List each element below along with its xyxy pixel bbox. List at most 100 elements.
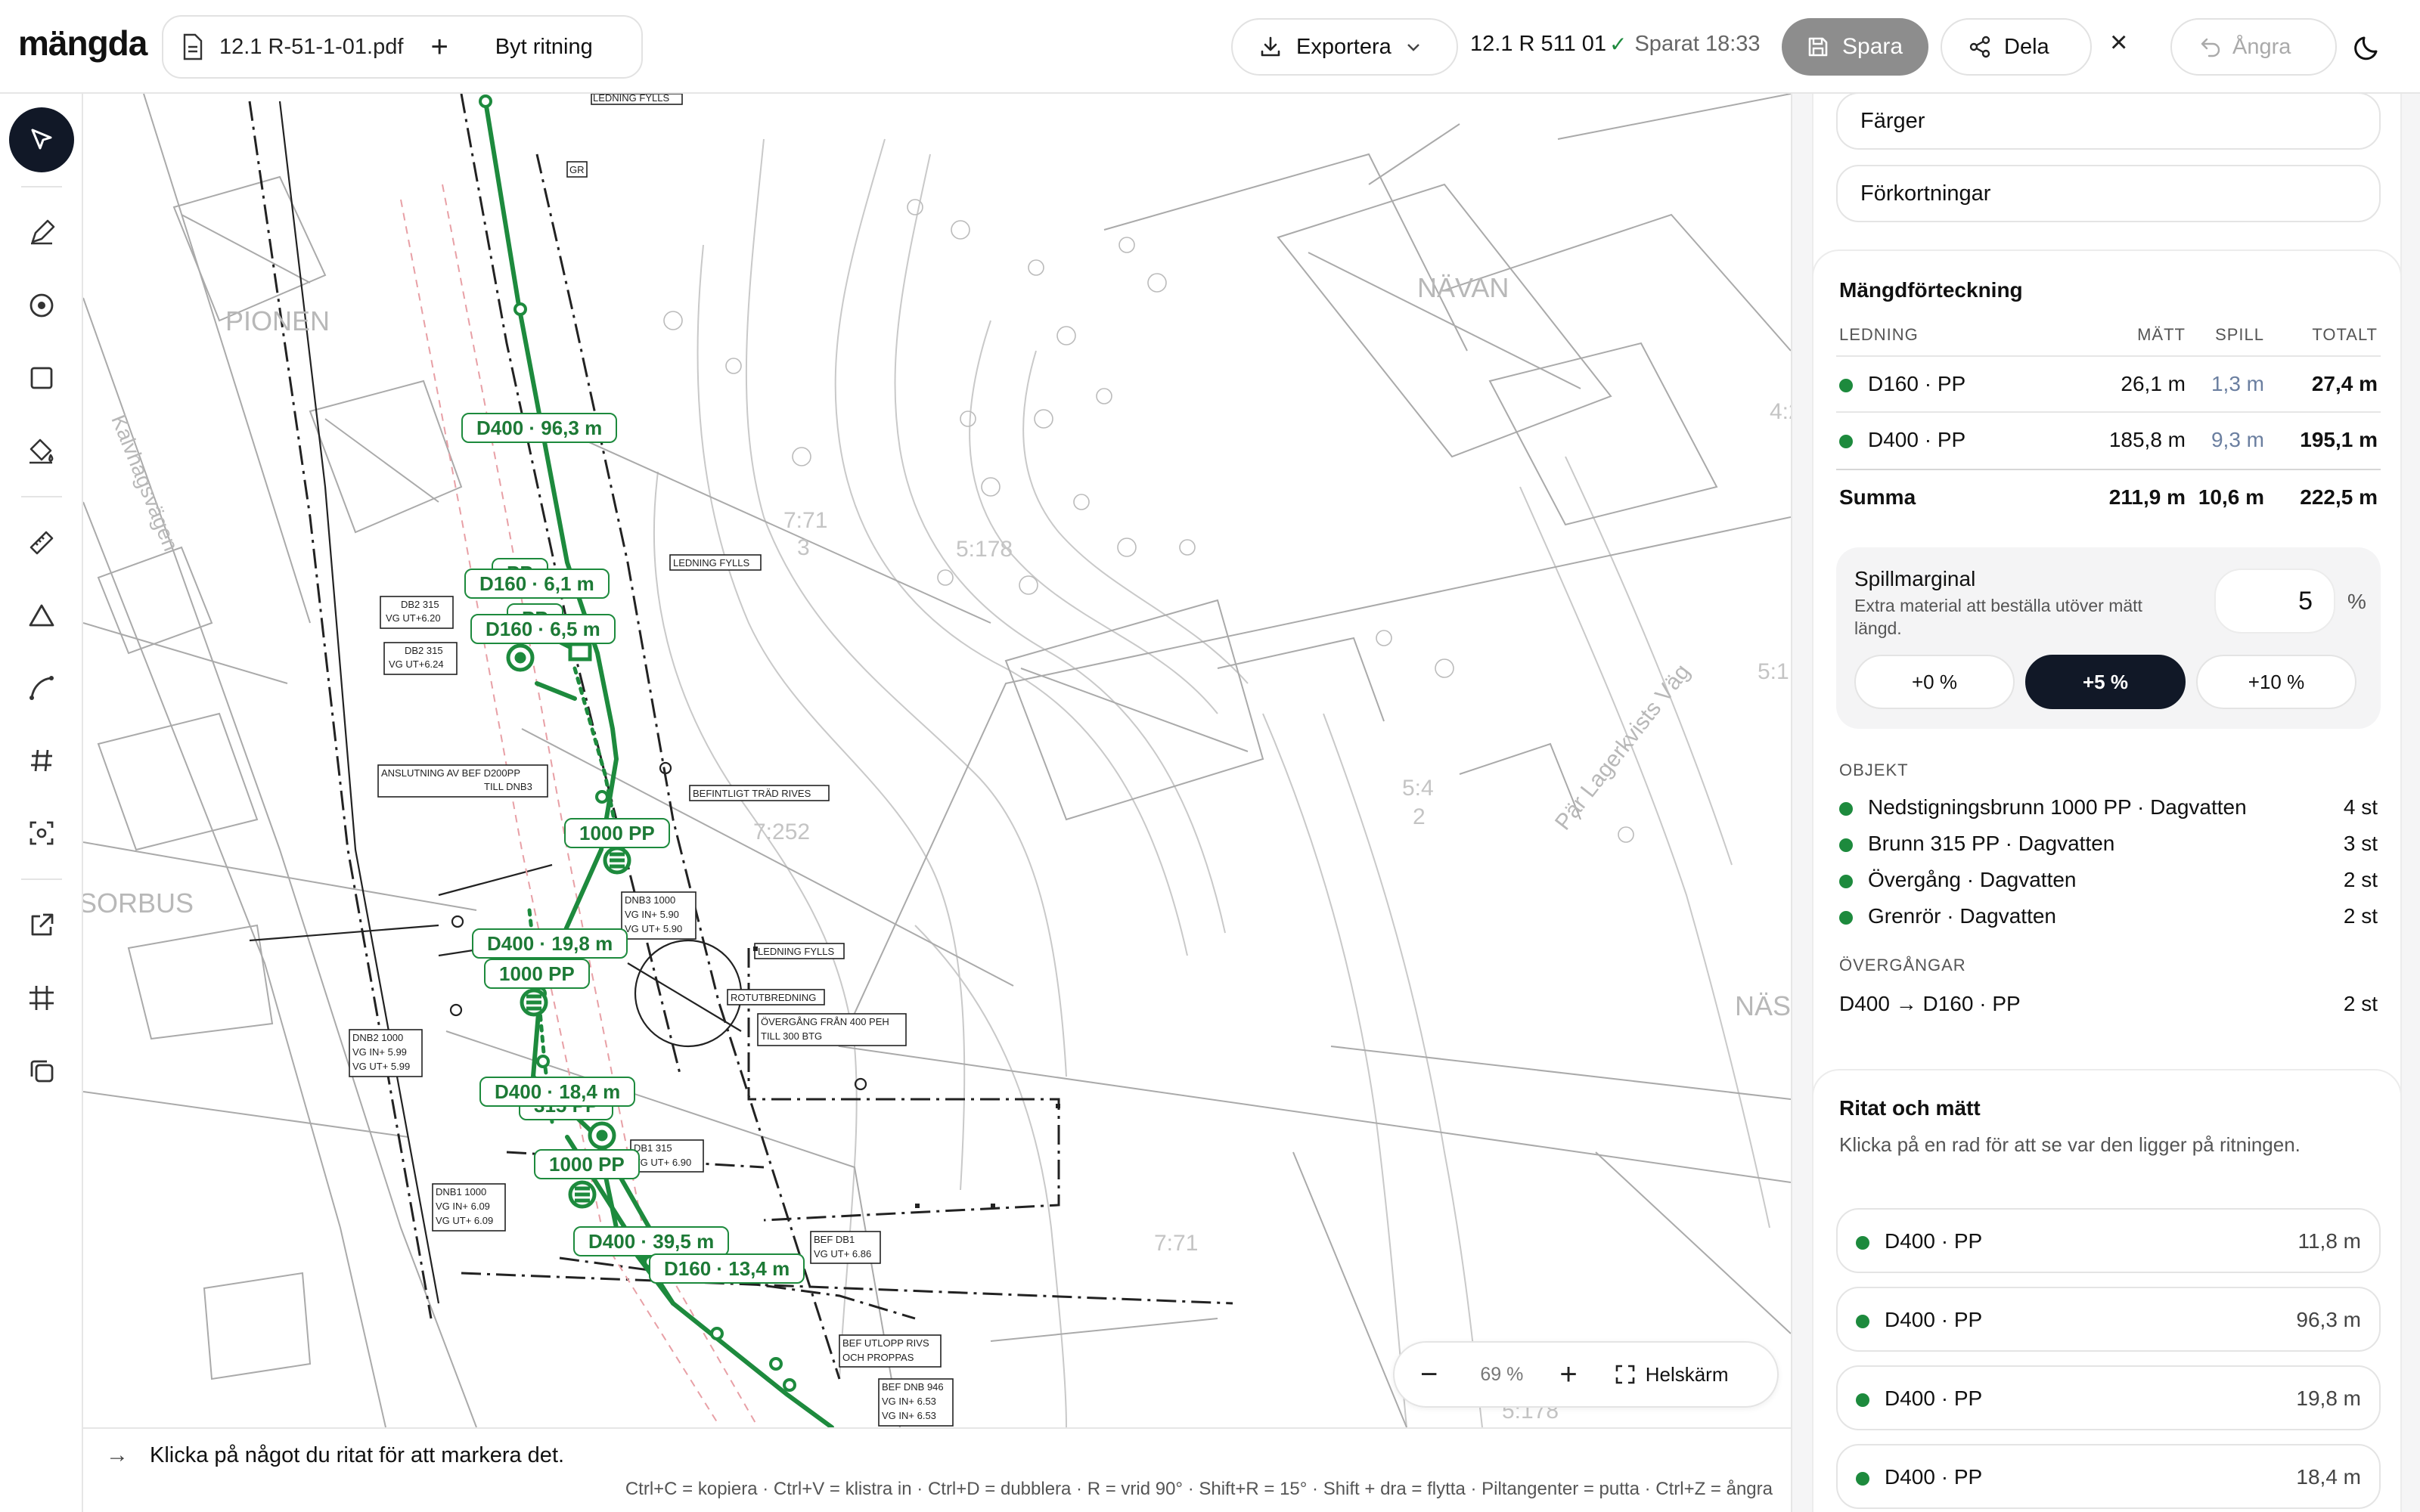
- annotation-text: VG IN+ 6.53: [882, 1410, 936, 1421]
- hint-bar: → Klicka på något du ritat för att marke…: [83, 1427, 1791, 1512]
- list-item[interactable]: Övergång · Dagvatten: [1839, 868, 2077, 892]
- close-button[interactable]: ×: [2110, 27, 2127, 57]
- rectangle-tool[interactable]: [9, 345, 74, 411]
- annotation-text: ROTUTBREDNING: [731, 992, 817, 1003]
- zoom-control: − 69 % + Helskärm: [1393, 1341, 1779, 1408]
- point-icon: [29, 293, 54, 318]
- quantity-card: Mängdförteckning LEDNING MÄTT SPILL TOTA…: [1812, 249, 2402, 1134]
- status-dot: [1839, 801, 1853, 816]
- app-logo: mängda: [18, 23, 147, 63]
- dark-mode-toggle-icon[interactable]: [2353, 32, 2384, 62]
- well-label[interactable]: 1000 PP: [484, 959, 590, 989]
- spill-option-0[interactable]: +0 %: [1854, 655, 2015, 709]
- status-dot: [1856, 1393, 1869, 1407]
- measurement-label[interactable]: D400 · 19,8 m: [472, 928, 628, 959]
- list-item[interactable]: D400 → D160 · PP: [1839, 992, 2021, 1016]
- abbreviations-button[interactable]: Förkortningar: [1836, 165, 2381, 222]
- status-dot: [1856, 1314, 1869, 1328]
- well-label[interactable]: 1000 PP: [564, 818, 670, 848]
- export-button[interactable]: Exportera: [1231, 18, 1458, 76]
- toolbar-divider: [21, 496, 62, 497]
- drawn-item[interactable]: D400 · PP 11,8 m: [1836, 1208, 2381, 1273]
- drawing-canvas[interactable]: PIONEN NÄVAN SORBUS NÄS Kalvhagsvägen Pä…: [83, 94, 1791, 1427]
- list-item[interactable]: Brunn 315 PP · Dagvatten: [1839, 832, 2114, 856]
- file-name[interactable]: 12.1 R-51-1-01.pdf: [219, 35, 403, 60]
- measurement-label[interactable]: D160 · 6,1 m: [464, 569, 610, 599]
- spill-option-5[interactable]: +5 %: [2025, 655, 2186, 709]
- measurement-label[interactable]: D400 · 96,3 m: [461, 413, 618, 443]
- draw-tool[interactable]: [9, 200, 74, 265]
- keyboard-shortcuts: Ctrl+C = kopiera · Ctrl+V = klistra in ·…: [625, 1479, 1773, 1499]
- undo-button[interactable]: Ångra: [2170, 18, 2337, 76]
- measure-tool[interactable]: [9, 510, 74, 575]
- drawn-title: Ritat och mätt: [1839, 1096, 1981, 1120]
- fill-tool[interactable]: [9, 418, 74, 483]
- hint-text: Klicka på något du ritat för att markera…: [150, 1442, 565, 1467]
- scan-tool[interactable]: [9, 801, 74, 866]
- measurement-label[interactable]: D400 · 39,5 m: [573, 1226, 730, 1256]
- duplicate-tool[interactable]: [9, 1038, 74, 1103]
- toolbar-divider: [21, 878, 62, 880]
- row-measured: 26,1 m: [2121, 372, 2186, 395]
- item-count: 3 st: [2343, 832, 2378, 855]
- download-icon: [1261, 36, 1280, 57]
- divider: [1836, 355, 2381, 357]
- export-tool[interactable]: [9, 893, 74, 958]
- save-button[interactable]: Spara: [1782, 18, 1928, 76]
- parcel-label: 7:71: [783, 508, 828, 533]
- arrow-right-icon: →: [106, 1442, 129, 1467]
- status-dot: [1856, 1471, 1869, 1486]
- zoom-out-button[interactable]: −: [1420, 1359, 1438, 1390]
- annotation-text: DNB3 1000: [625, 894, 676, 906]
- annotation-text: LEDNING FYLLS: [593, 94, 670, 104]
- annotation-text: VG UT+6.24: [389, 658, 444, 670]
- annotation-text: DB2 315: [401, 599, 439, 610]
- spill-option-10[interactable]: +10 %: [2196, 655, 2356, 709]
- save-label: Spara: [1842, 34, 1903, 59]
- parcel-label: 5:178: [956, 537, 1013, 562]
- right-panel: Färger Förkortningar Mängdförteckning LE…: [1791, 94, 2420, 1512]
- spill-input[interactable]: 5: [2214, 569, 2335, 634]
- measurement-label[interactable]: D160 · 6,5 m: [470, 614, 616, 644]
- count-tool[interactable]: [9, 728, 74, 793]
- drawn-item[interactable]: D400 · PP 19,8 m: [1836, 1365, 2381, 1430]
- item-name: Grenrör · Dagvatten: [1868, 904, 2056, 928]
- row-name: D160 · PP: [1868, 372, 1966, 395]
- measurement-label[interactable]: D400 · 18,4 m: [479, 1077, 636, 1107]
- drawn-item-name: D400 · PP: [1856, 1229, 1982, 1253]
- site-plan-drawing[interactable]: [83, 94, 1791, 1427]
- share-button[interactable]: Dela: [1941, 18, 2092, 76]
- grid-tool[interactable]: [9, 965, 74, 1030]
- curve-tool[interactable]: [9, 655, 74, 720]
- add-file-button[interactable]: +: [430, 32, 448, 62]
- annotation-text: VG IN+ 5.99: [352, 1046, 407, 1058]
- undo-icon: [2201, 38, 2220, 57]
- item-count: 4 st: [2343, 795, 2378, 819]
- parcel-label: 7:71: [1154, 1231, 1199, 1256]
- list-item[interactable]: Grenrör · Dagvatten: [1839, 904, 2056, 928]
- area-tool[interactable]: [9, 583, 74, 648]
- switch-drawing-button[interactable]: Byt ritning: [495, 35, 593, 60]
- colors-button[interactable]: Färger: [1836, 94, 2381, 150]
- annotation-text: TILL 300 BTG: [761, 1030, 823, 1042]
- list-item[interactable]: Nedstigningsbrunn 1000 PP · Dagvatten: [1839, 795, 2247, 820]
- grid-icon: [29, 986, 54, 1010]
- table-row[interactable]: D160 · PP: [1839, 372, 1965, 396]
- annotation-text: VG UT+ 6.86: [814, 1248, 872, 1259]
- drawn-item-value: 96,3 m: [2296, 1308, 2361, 1331]
- drawn-item[interactable]: D400 · PP 18,4 m: [1836, 1444, 2381, 1509]
- annotation-text: TILL DNB3: [484, 781, 532, 792]
- file-selector[interactable]: 12.1 R-51-1-01.pdf + Byt ritning: [162, 15, 643, 79]
- annotation-text: LEDNING FYLLS: [673, 557, 750, 569]
- save-status: ✓ Sparat 18:33: [1609, 32, 1761, 57]
- fullscreen-button[interactable]: Helskärm: [1615, 1363, 1729, 1387]
- zoom-in-button[interactable]: +: [1559, 1359, 1577, 1390]
- measurement-label[interactable]: D160 · 13,4 m: [649, 1253, 805, 1284]
- point-tool[interactable]: [9, 273, 74, 338]
- well-label[interactable]: 1000 PP: [534, 1149, 640, 1179]
- table-row[interactable]: D400 · PP: [1839, 428, 1965, 452]
- drawn-item-value: 11,8 m: [2297, 1229, 2361, 1253]
- drawn-item[interactable]: D400 · PP 96,3 m: [1836, 1287, 2381, 1352]
- drawn-item-name: D400 · PP: [1856, 1387, 1982, 1411]
- select-tool[interactable]: [9, 107, 74, 172]
